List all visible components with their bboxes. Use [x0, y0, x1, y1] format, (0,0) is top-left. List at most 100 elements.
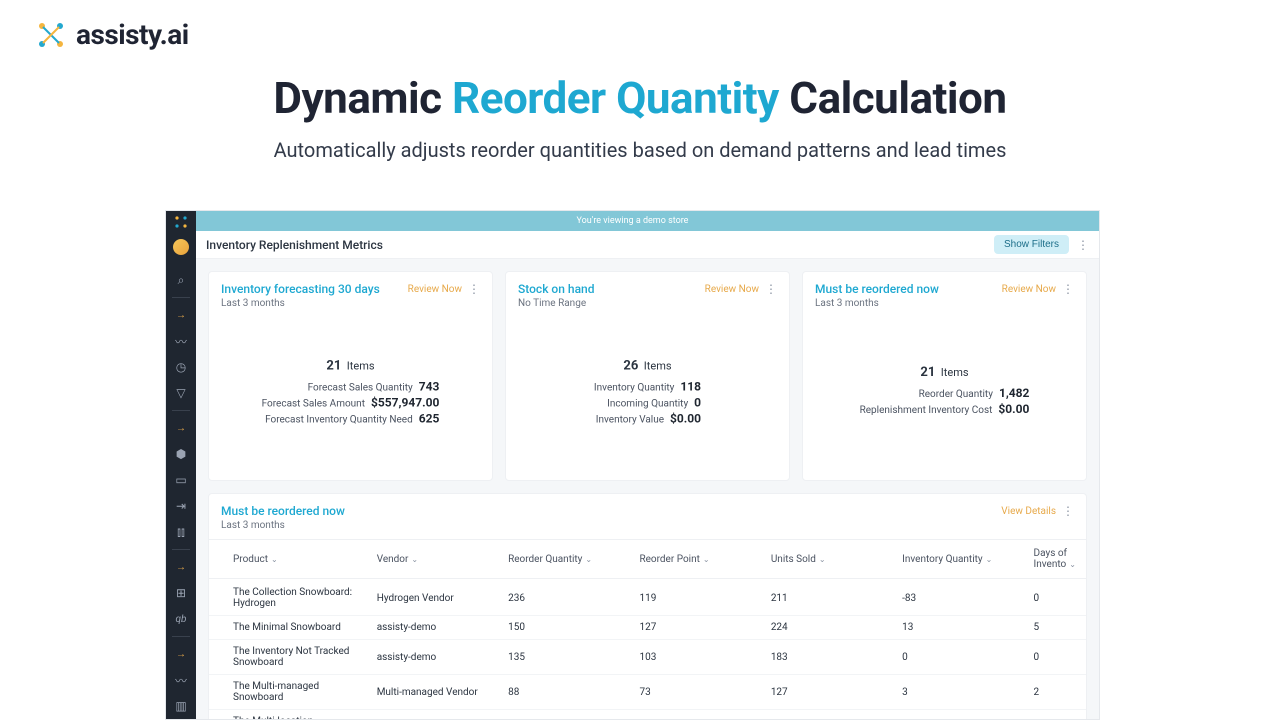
trend-icon[interactable]: 〰 — [166, 667, 196, 693]
metric-label: Forecast Sales Quantity — [308, 383, 413, 394]
more-icon[interactable]: ⋮ — [1062, 282, 1074, 296]
table-cell: 5 — [1024, 616, 1086, 640]
store-icon[interactable]: ▭ — [166, 467, 196, 493]
nav-arrow-icon[interactable]: → — [166, 641, 196, 667]
metric-row: Forecast Sales Amount$557,947.00 — [262, 396, 440, 410]
metric-label: Incoming Quantity — [607, 399, 688, 410]
sort-icon[interactable]: ⌄ — [411, 555, 418, 564]
card-title: Stock on hand — [518, 282, 594, 296]
sort-icon[interactable]: ⌄ — [819, 555, 826, 564]
table-cell: 125 — [761, 710, 892, 720]
review-now-link[interactable]: Review Now — [705, 284, 759, 295]
card-subtitle: Last 3 months — [815, 298, 939, 309]
table-row[interactable]: The Inventory Not Tracked Snowboardassis… — [209, 640, 1086, 675]
brand-glyph-icon — [36, 20, 66, 50]
table-row[interactable]: The Multi-managed SnowboardMulti-managed… — [209, 675, 1086, 710]
review-now-link[interactable]: Review Now — [408, 284, 462, 295]
metric-value: 0 — [694, 396, 701, 410]
metric-row: Forecast Inventory Quantity Need625 — [262, 412, 440, 426]
more-icon[interactable]: ⋮ — [1077, 238, 1089, 252]
table-cell: The Inventory Not Tracked Snowboard — [209, 640, 367, 675]
metric-value: 625 — [419, 412, 440, 426]
table-cell: The Multi-location Snowboard — [209, 710, 367, 720]
table-cell: The Collection Snowboard: Hydrogen — [209, 579, 367, 616]
search-icon[interactable]: ⌕ — [166, 267, 196, 293]
app-screenshot: You're viewing a demo store ⌕ → 〰 ◷ ▽ → … — [165, 210, 1100, 720]
table-cell: 211 — [761, 579, 892, 616]
table-cell: 0 — [1024, 640, 1086, 675]
sort-icon[interactable]: ⌄ — [271, 555, 278, 564]
table-cell: 13 — [892, 616, 1023, 640]
nav-arrow-icon[interactable]: → — [166, 302, 196, 328]
metric-label: Forecast Sales Amount — [262, 399, 365, 410]
avatar[interactable] — [173, 239, 189, 255]
table-cell: -83 — [892, 579, 1023, 616]
table-cell: assisty-demo — [367, 710, 498, 720]
item-count: 21 Items — [262, 359, 440, 374]
inventory-icon[interactable]: ⬢ — [166, 441, 196, 467]
metric-card: Stock on hand No Time Range Review Now ⋮… — [505, 271, 790, 481]
table-cell: The Minimal Snowboard — [209, 616, 367, 640]
table-cell: 135 — [498, 640, 629, 675]
card-title: Inventory forecasting 30 days — [221, 282, 380, 296]
analytics-icon[interactable]: 〰 — [166, 328, 196, 354]
metric-row: Inventory Quantity118 — [594, 380, 701, 394]
table-row[interactable]: The Minimal Snowboardassisty-demo1501272… — [209, 616, 1086, 640]
column-header[interactable]: Units Sold⌄ — [761, 540, 892, 579]
column-header[interactable]: Inventory Quantity⌄ — [892, 540, 1023, 579]
show-filters-button[interactable]: Show Filters — [994, 235, 1069, 254]
clock-icon[interactable]: ◷ — [166, 354, 196, 380]
table-cell: 103 — [629, 640, 760, 675]
card-subtitle: Last 3 months — [221, 298, 380, 309]
filter-icon[interactable]: ▽ — [166, 380, 196, 406]
sort-icon[interactable]: ⌄ — [585, 555, 592, 564]
brand-name: assisty.ai — [76, 18, 189, 51]
table-row[interactable]: The Multi-location Snowboardassisty-demo… — [209, 710, 1086, 720]
column-header[interactable]: Reorder Quantity⌄ — [498, 540, 629, 579]
brand-logo: assisty.ai — [36, 18, 189, 51]
table-cell: 127 — [629, 616, 760, 640]
nav-arrow-icon[interactable]: → — [166, 554, 196, 580]
metric-row: Forecast Sales Quantity 743 — [262, 380, 440, 394]
more-icon[interactable]: ⋮ — [468, 282, 480, 296]
metric-value: 118 — [680, 380, 701, 394]
metric-value: 743 — [419, 380, 440, 394]
metric-label: Replenishment Inventory Cost — [860, 405, 993, 416]
metric-label: Reorder Quantity — [919, 389, 993, 400]
column-header[interactable]: Days of Invento⌄ — [1024, 540, 1086, 579]
nav-arrow-icon[interactable]: → — [166, 415, 196, 441]
column-header[interactable]: Product⌄ — [209, 540, 367, 579]
table-cell: 0 — [892, 640, 1023, 675]
report-icon[interactable]: ▥ — [166, 693, 196, 719]
table-cell: 71 — [629, 710, 760, 720]
grid-icon[interactable]: ⊞ — [166, 580, 196, 606]
export-icon[interactable]: ⇥ — [166, 493, 196, 519]
metric-label: Inventory Value — [596, 415, 664, 426]
chart-bar-icon[interactable]: ⫾⫾ — [166, 519, 196, 545]
reorder-table: Product⌄Vendor⌄Reorder Quantity⌄Reorder … — [209, 539, 1086, 720]
table-cell: assisty-demo — [367, 616, 498, 640]
qb-icon[interactable]: qb — [166, 606, 196, 632]
column-header[interactable]: Reorder Point⌄ — [629, 540, 760, 579]
table-cell: 83 — [498, 710, 629, 720]
more-icon[interactable]: ⋮ — [765, 282, 777, 296]
table-cell: 73 — [629, 675, 760, 710]
metric-row: Replenishment Inventory Cost$0.00 — [860, 402, 1030, 416]
column-header[interactable]: Vendor⌄ — [367, 540, 498, 579]
metric-row: Incoming Quantity 0 — [594, 396, 701, 410]
item-count: 21 Items — [860, 365, 1030, 380]
sort-icon[interactable]: ⌄ — [703, 555, 710, 564]
sort-icon[interactable]: ⌄ — [1069, 560, 1076, 569]
table-row[interactable]: The Collection Snowboard: HydrogenHydrog… — [209, 579, 1086, 616]
more-icon[interactable]: ⋮ — [1062, 504, 1074, 518]
card-subtitle: No Time Range — [518, 298, 594, 309]
table-cell: 88 — [498, 675, 629, 710]
table-cell: The Multi-managed Snowboard — [209, 675, 367, 710]
page-header: Inventory Replenishment Metrics Show Fil… — [196, 231, 1099, 259]
metric-value: $0.00 — [670, 412, 701, 426]
sort-icon[interactable]: ⌄ — [986, 555, 993, 564]
view-details-link[interactable]: View Details — [1001, 506, 1056, 517]
item-count: 26 Items — [594, 359, 701, 374]
review-now-link[interactable]: Review Now — [1002, 284, 1056, 295]
card-title: Must be reordered now — [815, 282, 939, 296]
